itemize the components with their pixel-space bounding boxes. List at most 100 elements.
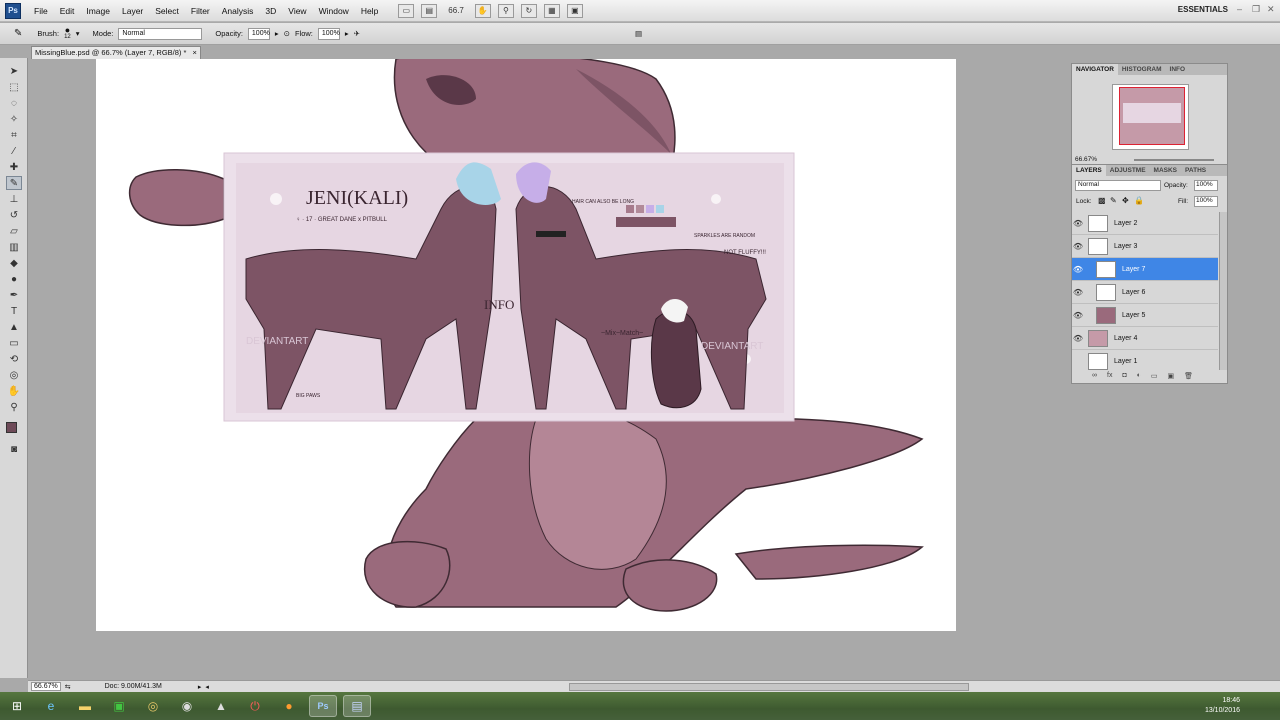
tab-layers[interactable]: LAYERS — [1072, 165, 1106, 176]
delete-layer-icon[interactable]: 🗑 — [1184, 372, 1193, 382]
menu-view[interactable]: View — [282, 0, 312, 22]
menu-window[interactable]: Window — [313, 0, 355, 22]
blend-mode-select[interactable]: Normal — [1075, 180, 1161, 191]
status-zoom[interactable]: 66.67% — [31, 682, 61, 691]
file-explorer-icon[interactable]: ▬ — [71, 695, 99, 717]
visibility-eye-icon[interactable]: 👁 — [1072, 288, 1084, 297]
lock-all-icon[interactable]: 🔒 — [1134, 196, 1144, 205]
lock-pixels-icon[interactable]: ✎ — [1110, 196, 1117, 205]
clone-stamp-tool-icon[interactable]: ⊥ — [6, 192, 22, 206]
foreground-color-swatch[interactable] — [6, 422, 17, 433]
quick-select-tool-icon[interactable]: ✧ — [6, 112, 22, 126]
workspace-switcher[interactable]: ESSENTIALS — [1178, 5, 1228, 14]
tab-paths[interactable]: PATHS — [1181, 167, 1210, 174]
zoom-level-select[interactable]: 66.7 — [444, 6, 468, 15]
brush-tool-button[interactable]: ✎ — [6, 176, 22, 190]
view-extras-icon[interactable]: ▤ — [421, 3, 438, 18]
airbrush-icon[interactable]: ✈ — [354, 29, 360, 38]
document-tab[interactable]: MissingBlue.psd @ 66.7% (Layer 7, RGB/8)… — [31, 46, 201, 59]
media-icon[interactable]: ◉ — [173, 695, 201, 717]
bridge-icon[interactable]: ▭ — [398, 3, 415, 18]
firefox-icon[interactable]: ● — [275, 695, 303, 717]
shape-tool-icon[interactable]: ▭ — [6, 336, 22, 350]
quick-mask-icon[interactable]: ◙ — [6, 442, 22, 456]
game-icon[interactable]: ▲ — [207, 695, 235, 717]
lock-position-icon[interactable]: ✥ — [1122, 196, 1129, 205]
layer-row[interactable]: 👁 Layer 5 — [1072, 304, 1218, 327]
flow-slider-icon[interactable]: ▸ — [345, 29, 349, 38]
scroll-left-icon[interactable]: ◂ — [205, 683, 209, 691]
tab-navigator[interactable]: NAVIGATOR — [1072, 64, 1118, 75]
navigator-thumbnail[interactable] — [1112, 84, 1189, 150]
arrange-documents-icon[interactable]: ▦ — [543, 3, 560, 18]
tab-adjustments[interactable]: ADJUSTME — [1106, 167, 1150, 174]
layers-scrollbar[interactable] — [1219, 212, 1227, 370]
menu-analysis[interactable]: Analysis — [216, 0, 260, 22]
move-tool-icon[interactable]: ➤ — [6, 64, 22, 78]
history-brush-tool-icon[interactable]: ↺ — [6, 208, 22, 222]
visibility-eye-icon[interactable]: 👁 — [1072, 265, 1084, 274]
blur-tool-icon[interactable]: ◆ — [6, 256, 22, 270]
mode-select[interactable]: Normal — [118, 27, 203, 40]
opacity-slider-icon[interactable]: ▸ — [275, 29, 279, 38]
gradient-tool-icon[interactable]: ▥ — [6, 240, 22, 254]
navigator-zoom-slider[interactable] — [1134, 159, 1214, 161]
excel-icon[interactable]: ▣ — [105, 695, 133, 717]
pen-tool-icon[interactable]: ✒ — [6, 288, 22, 302]
restore-icon[interactable]: ❐ — [1252, 4, 1260, 15]
rotate-view-icon[interactable]: ↻ — [520, 3, 537, 18]
flow-input[interactable]: 100% — [317, 27, 340, 40]
lock-transparency-icon[interactable]: ▩ — [1098, 196, 1106, 205]
menu-help[interactable]: Help — [355, 0, 384, 22]
hand-tool-icon[interactable]: ✋ — [6, 384, 22, 398]
close-tab-icon[interactable]: × — [193, 48, 197, 57]
tab-info[interactable]: INFO — [1166, 66, 1190, 73]
document-canvas[interactable]: JENI(KALI) ♀ · 17 · GREAT DANE x PITBULL… — [96, 59, 956, 631]
layer-row[interactable]: Layer 1 — [1072, 350, 1218, 370]
brush-preset-picker[interactable]: ● 12 — [64, 25, 71, 41]
3d-rotate-tool-icon[interactable]: ⟲ — [6, 352, 22, 366]
hand-tool-icon[interactable]: ✋ — [474, 3, 491, 18]
installer-icon[interactable]: ▤ — [343, 695, 371, 717]
opacity-input[interactable]: 100% — [247, 27, 270, 40]
start-button-icon[interactable]: ⊞ — [3, 695, 31, 717]
layer-row[interactable]: 👁 Layer 2 — [1072, 212, 1218, 235]
photoshop-taskbar-icon[interactable]: Ps — [309, 695, 337, 717]
layer-row-selected[interactable]: 👁 Layer 7 — [1072, 258, 1218, 281]
close-icon[interactable]: ✕ — [1267, 4, 1275, 15]
eyedropper-tool-icon[interactable]: ⁄ — [6, 144, 22, 158]
layer-row[interactable]: 👁 Layer 6 — [1072, 281, 1218, 304]
visibility-eye-icon[interactable]: 👁 — [1072, 242, 1084, 251]
power-app-icon[interactable]: ⏻ — [241, 695, 269, 717]
status-export-icon[interactable]: ⇆ — [65, 683, 71, 691]
visibility-eye-icon[interactable]: 👁 — [1072, 311, 1084, 320]
status-menu-icon[interactable]: ▸ — [198, 683, 202, 691]
internet-explorer-icon[interactable]: e — [37, 695, 65, 717]
brush-panel-icon[interactable]: ▾ — [76, 29, 80, 38]
healing-tool-icon[interactable]: ✚ — [6, 160, 22, 174]
menu-select[interactable]: Select — [149, 0, 185, 22]
new-group-icon[interactable]: ▭ — [1151, 372, 1158, 382]
menu-3d[interactable]: 3D — [259, 0, 282, 22]
menu-image[interactable]: Image — [80, 0, 116, 22]
menu-filter[interactable]: Filter — [185, 0, 216, 22]
dodge-tool-icon[interactable]: ● — [6, 272, 22, 286]
3d-orbit-tool-icon[interactable]: ◎ — [6, 368, 22, 382]
panel-toggle-icon[interactable]: ▤ — [635, 29, 642, 38]
menu-edit[interactable]: Edit — [54, 0, 81, 22]
layer-row[interactable]: 👁 Layer 3 — [1072, 235, 1218, 258]
navigator-zoom[interactable]: 66.67% — [1075, 156, 1097, 163]
brush-tool-icon[interactable]: ✎ — [14, 28, 22, 39]
fill-input[interactable]: 100% — [1194, 196, 1218, 207]
menu-file[interactable]: File — [28, 0, 54, 22]
layer-style-icon[interactable]: fx — [1107, 372, 1112, 382]
adjustment-layer-icon[interactable]: ◐ — [1137, 372, 1141, 382]
app-icon[interactable]: ◎ — [139, 695, 167, 717]
layer-opacity-input[interactable]: 100% — [1194, 180, 1218, 191]
visibility-eye-icon[interactable]: 👁 — [1072, 219, 1084, 228]
zoom-tool-icon[interactable]: ⚲ — [497, 3, 514, 18]
marquee-tool-icon[interactable]: ⬚ — [6, 80, 22, 94]
new-layer-icon[interactable]: ▣ — [1168, 372, 1175, 382]
horizontal-scrollbar[interactable] — [568, 682, 969, 691]
system-clock[interactable]: 18:46 13/10/2016 — [1205, 696, 1240, 716]
